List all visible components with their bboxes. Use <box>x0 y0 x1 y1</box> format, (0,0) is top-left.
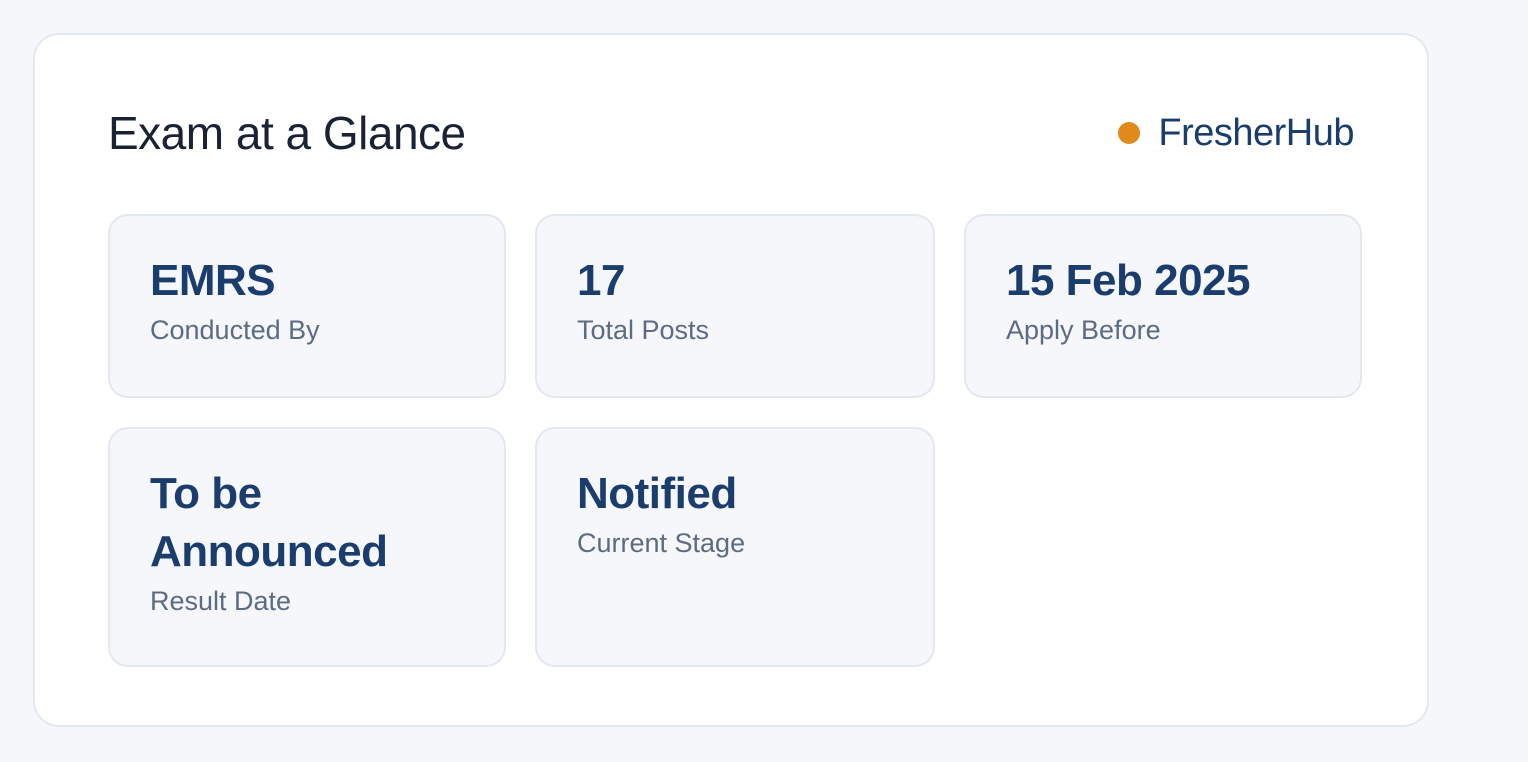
stat-value: EMRS <box>150 256 276 305</box>
stat-label: Total Posts <box>577 315 710 345</box>
stat-value: 15 Feb 2025 <box>1006 256 1251 305</box>
stat-value: 17 <box>577 256 625 305</box>
stat-apply-before: 15 Feb 2025 Apply Before <box>964 214 1362 398</box>
stats-grid: EMRS Conducted By 17 Total Posts 15 Feb … <box>108 214 1362 667</box>
stat-label: Result Date <box>150 586 292 616</box>
brand-dot-icon <box>1118 122 1141 144</box>
stat-result-date: To be Announced Result Date <box>108 427 506 667</box>
card-header: Exam at a Glance FresherHub <box>108 105 1354 161</box>
stat-conducted-by: EMRS Conducted By <box>108 214 506 398</box>
exam-glance-card: Exam at a Glance FresherHub EMRS Conduct… <box>33 33 1429 727</box>
brand[interactable]: FresherHub <box>1118 112 1354 155</box>
stat-label: Current Stage <box>577 528 746 558</box>
stat-current-stage: Notified Current Stage <box>535 427 935 667</box>
stat-total-posts: 17 Total Posts <box>535 214 935 398</box>
card-title: Exam at a Glance <box>108 107 466 159</box>
stat-value: Notified <box>577 469 737 518</box>
stat-label: Conducted By <box>150 315 320 345</box>
brand-name: FresherHub <box>1158 111 1354 154</box>
stat-value: To be Announced <box>150 469 388 576</box>
stat-label: Apply Before <box>1006 315 1161 345</box>
